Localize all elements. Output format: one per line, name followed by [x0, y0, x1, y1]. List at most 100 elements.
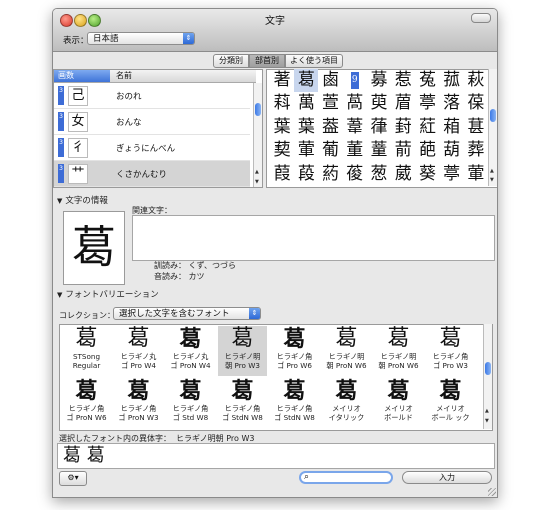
kanji-cell[interactable]: 葶: [415, 92, 439, 115]
resize-grip-icon[interactable]: [488, 488, 496, 496]
kanji-cell[interactable]: 菟: [415, 69, 439, 92]
kanji-cell[interactable]: 葷: [294, 139, 318, 162]
font-variation-cell[interactable]: 葛ヒラギノ丸ゴ Pro W4: [114, 326, 163, 376]
tab-category[interactable]: 分類別: [213, 54, 249, 68]
font-variation-cell[interactable]: 葛ヒラギノ角ゴ Pro W6: [270, 326, 319, 376]
kanji-cell[interactable]: 葮: [294, 163, 318, 186]
insert-button[interactable]: 入力: [402, 471, 492, 484]
kanji-cell[interactable]: 葉: [270, 116, 294, 139]
font-variation-cell[interactable]: 葛ヒラギノ角ゴ Pro W3: [426, 326, 475, 376]
font-variation-cell[interactable]: 葛ヒラギノ角ゴ StdN W8: [218, 378, 267, 428]
kanji-cell[interactable]: 葳: [391, 163, 415, 186]
kanji-cell[interactable]: 葦: [343, 116, 367, 139]
kanji-cell[interactable]: 葵: [415, 163, 439, 186]
collection-popup[interactable]: 選択した文字を含むフォント ⇕: [113, 307, 261, 320]
kanji-cell[interactable]: 萱: [318, 92, 342, 115]
kanji-cell[interactable]: 萪: [270, 92, 294, 115]
kanji-cell[interactable]: 葷: [464, 163, 488, 186]
variants-field[interactable]: 葛 葛: [57, 443, 495, 469]
radical-row[interactable]: 3 己 おのれ: [54, 83, 250, 109]
kanji-cell[interactable]: 葎: [367, 116, 391, 139]
scroll-up-arrow-icon[interactable]: ▲: [255, 169, 259, 175]
kanji-cell[interactable]: 萸: [367, 92, 391, 115]
gear-menu-button[interactable]: ⚙▾: [59, 471, 87, 486]
kanji-cell[interactable]: 菰: [440, 69, 464, 92]
scroll-up-arrow-icon[interactable]: ▲: [490, 168, 494, 174]
kanji-scrollbar[interactable]: ▲ ▼: [488, 69, 497, 186]
font-variation-cell[interactable]: 葛メイリオ ボール ック: [426, 378, 475, 428]
scroll-down-arrow-icon[interactable]: ▼: [485, 418, 489, 424]
kanji-cell[interactable]: 董: [343, 139, 367, 162]
kanji-cell[interactable]: 葜: [270, 139, 294, 162]
scroll-down-arrow-icon[interactable]: ▼: [255, 179, 259, 185]
font-variation-cell[interactable]: 葛メイリオ ボールド: [374, 378, 423, 428]
kanji-cell[interactable]: 葙: [440, 116, 464, 139]
font-variation-cell[interactable]: 葛ヒラギノ角ゴ Std W8: [166, 378, 215, 428]
kanji-cell[interactable]: 葿: [391, 92, 415, 115]
kanji-cell[interactable]: 葡: [318, 139, 342, 162]
search-field[interactable]: ⌕: [299, 471, 393, 484]
kanji-cell[interactable]: 葉: [294, 116, 318, 139]
kanji-cell[interactable]: 葒: [415, 116, 439, 139]
kanji-cell[interactable]: 葯: [318, 163, 342, 186]
display-popup[interactable]: 日本語 ⇕: [87, 32, 195, 45]
variant-glyphs[interactable]: 葛 葛: [63, 445, 105, 467]
disclosure-triangle-icon[interactable]: ▼: [57, 291, 62, 299]
kanji-cell[interactable]: 葩: [415, 139, 439, 162]
kanji-cell[interactable]: 葬: [464, 139, 488, 162]
font-variation-cell[interactable]: 葛ヒラギノ明朝 ProN W6: [322, 326, 371, 376]
kanji-cell[interactable]: 萩: [464, 69, 488, 92]
kanji-cell[interactable]: 葭: [270, 163, 294, 186]
kanji-cell[interactable]: 萬: [294, 92, 318, 115]
kanji-cell[interactable]: 募: [367, 69, 391, 92]
font-variation-cell[interactable]: 葛ヒラギノ角ゴ ProN W6: [62, 378, 111, 428]
related-characters-field[interactable]: [132, 215, 495, 261]
font-variation-title: フォントバリエーション: [65, 290, 159, 300]
kanji-cell[interactable]: 萵: [343, 92, 367, 115]
scroll-up-arrow-icon[interactable]: ▲: [485, 408, 489, 414]
kanji-cell[interactable]: 葛: [294, 69, 319, 93]
kanji-cell[interactable]: 葚: [464, 116, 488, 139]
font-variation-cell[interactable]: 葛ヒラギノ角ゴ StdN W8: [270, 378, 319, 428]
font-variation-grid[interactable]: 葛 STSong Regular 葛ヒラギノ丸ゴ Pro W4 葛ヒラギノ丸ゴ ProN…: [59, 324, 493, 431]
kanji-cell[interactable]: 9: [350, 72, 359, 90]
font-variation-header[interactable]: ▼ フォントバリエーション: [57, 288, 159, 300]
column-strokes[interactable]: 画数: [54, 70, 110, 83]
tab-favorites[interactable]: よく使う項目: [285, 54, 343, 68]
kanji-cell[interactable]: 葆: [464, 92, 488, 115]
kanji-cell[interactable]: 落: [440, 92, 464, 115]
font-variation-cell[interactable]: 葛ヒラギノ角ゴ ProN W3: [114, 378, 163, 428]
kanji-cell[interactable]: 惹: [391, 69, 415, 92]
font-variation-scroll-thumb[interactable]: [485, 362, 491, 375]
font-variation-cell[interactable]: 葛メイリオ イタリック: [322, 378, 371, 428]
radical-row[interactable]: 3 艹 くさかんむり: [54, 161, 250, 187]
search-input[interactable]: [315, 473, 385, 482]
kanji-cell[interactable]: 葰: [343, 163, 367, 186]
kanji-cell[interactable]: 葑: [391, 116, 415, 139]
kanji-cell[interactable]: 葱: [367, 163, 391, 186]
font-variation-cell[interactable]: 葛ヒラギノ丸ゴ ProN W4: [166, 326, 215, 376]
disclosure-triangle-icon[interactable]: ▼: [57, 197, 62, 205]
font-variation-cell[interactable]: 葛ヒラギノ明朝 Pro W3: [218, 326, 267, 376]
kanji-cell[interactable]: 蕫: [367, 139, 391, 162]
toolbar-toggle-button[interactable]: [471, 13, 491, 23]
character-info-header[interactable]: ▼ 文字の情報: [57, 194, 108, 206]
column-name[interactable]: 名前: [110, 70, 256, 83]
kanji-cell[interactable]: 著: [270, 69, 294, 92]
kanji-cell[interactable]: 葶: [440, 163, 464, 186]
radical-scrollbar[interactable]: ▲ ▼: [253, 83, 262, 187]
kanji-scroll-thumb[interactable]: [490, 109, 496, 122]
font-variation-cell[interactable]: 葛 STSong Regular: [62, 326, 111, 376]
radical-scroll-thumb[interactable]: [255, 103, 261, 116]
radical-row[interactable]: 3 女 おんな: [54, 109, 250, 135]
font-variation-scrollbar[interactable]: ▲ ▼: [483, 324, 492, 429]
tab-radical[interactable]: 部首別: [249, 54, 285, 68]
kanji-cell[interactable]: 鹵: [318, 69, 342, 92]
scroll-down-arrow-icon[interactable]: ▼: [490, 177, 494, 183]
radical-row[interactable]: 3 彳 ぎょうにんべん: [54, 135, 250, 161]
kanji-cell[interactable]: 葢: [318, 116, 342, 139]
radical-list[interactable]: 画数 名前 3 己おのれ 3 女おんな 3 彳ぎょうにんべん 3 艹くさかんむり ▲ ▼: [53, 69, 263, 188]
font-variation-cell[interactable]: 葛ヒラギノ明朝 ProN W6: [374, 326, 423, 376]
kanji-cell[interactable]: 葥: [391, 139, 415, 162]
kanji-cell[interactable]: 葫: [440, 139, 464, 162]
